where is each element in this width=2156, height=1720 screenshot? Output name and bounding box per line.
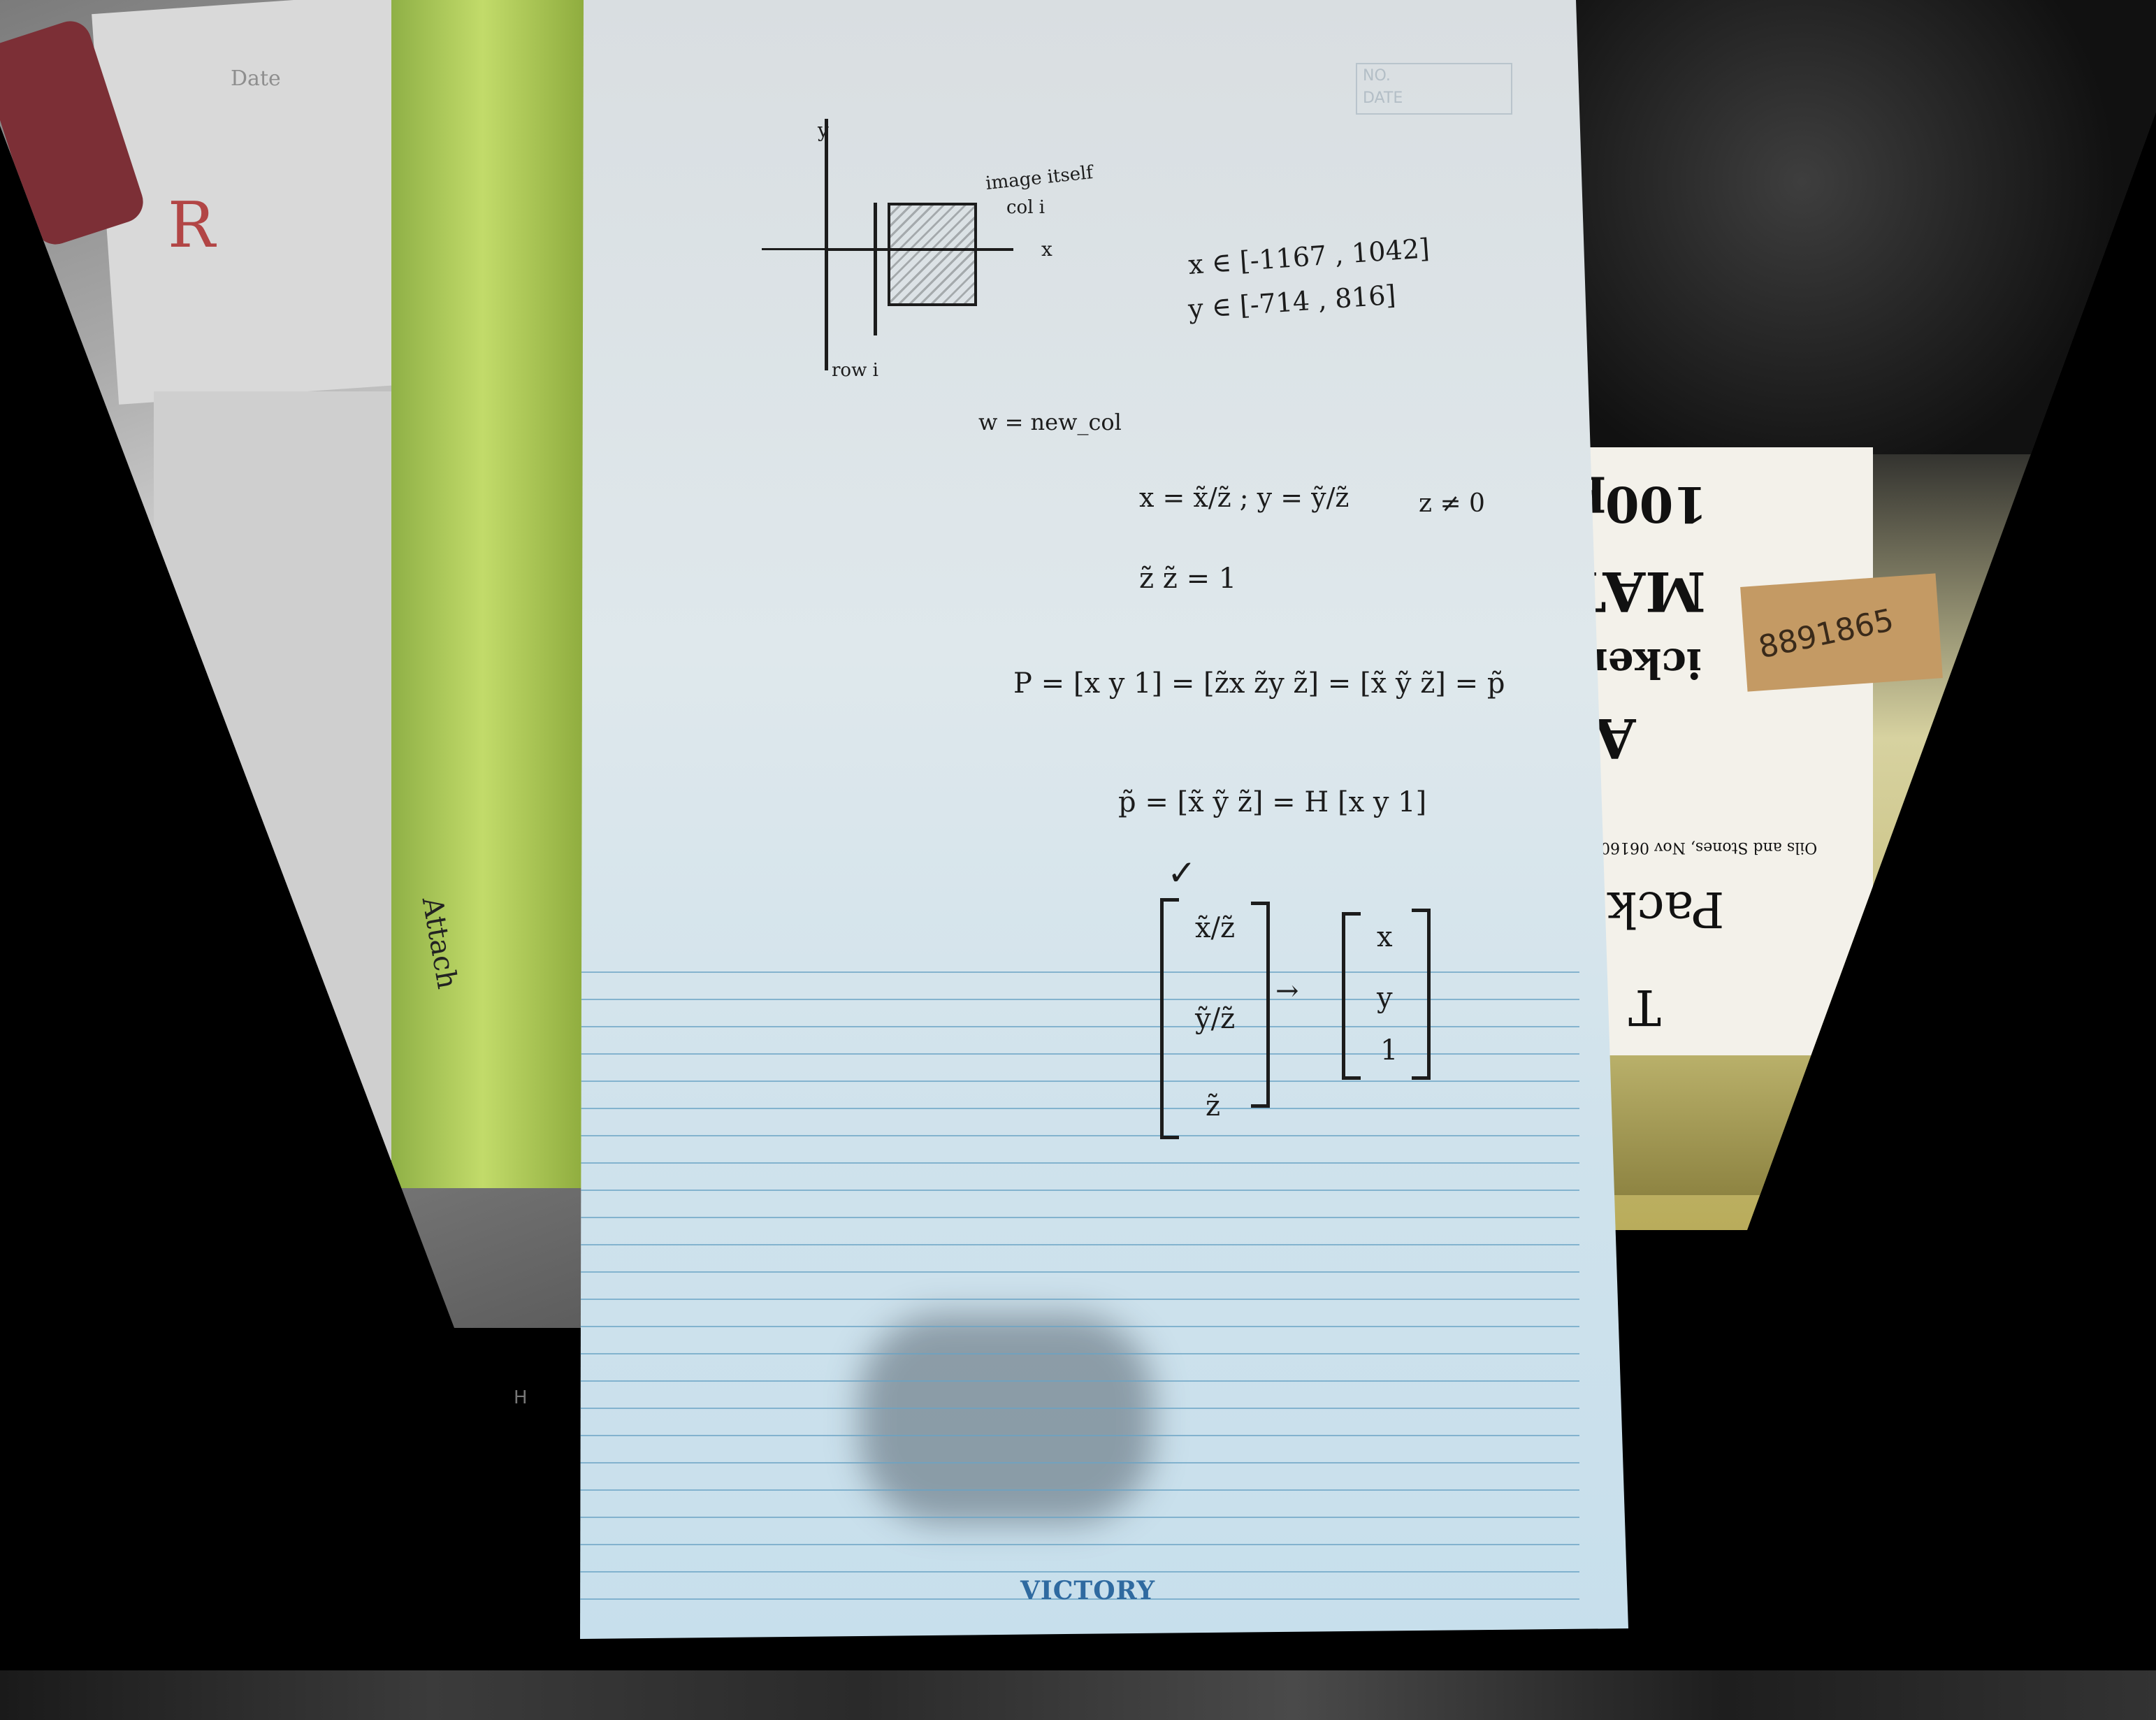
box-text: icker [1586, 639, 1702, 687]
date-text: Date [231, 66, 281, 91]
y-axis [825, 119, 828, 370]
image-label: image itself [984, 162, 1094, 194]
right-vector-bracket-close [1412, 909, 1431, 1080]
p-equation: P = [x y 1] = [z̃x z̃y z̃] = [x̃ ỹ z̃] =… [1013, 667, 1505, 700]
red-letter: R [168, 189, 215, 262]
right-vector-entry: 1 [1380, 1034, 1398, 1067]
box-text: T [1628, 978, 1661, 1036]
xy-definition: x = x̃/z̃ ; y = ỹ/z̃ [1139, 482, 1350, 513]
left-vector-bracket-open [1160, 898, 1179, 1139]
mapping-arrow: → [1275, 975, 1299, 1007]
w-definition: w = new_col [978, 409, 1122, 435]
check-mark: ✓ [1167, 853, 1196, 893]
ruled-line [580, 1571, 1579, 1573]
desk-strip [0, 1670, 2156, 1720]
ruled-line [580, 1326, 1579, 1327]
ruled-line [580, 1217, 1579, 1218]
right-vector-entry: y [1377, 982, 1393, 1014]
cardboard-box: 100p MAT icker A Oils and Stones, Nov 06… [1565, 447, 1873, 1055]
box-text: Oils and Stones, Nov 06160 [1600, 839, 1818, 856]
ruled-line [580, 1353, 1579, 1354]
ruled-line [580, 1299, 1579, 1300]
left-vector-entry: z̃ [1206, 1090, 1221, 1122]
green-folder [391, 0, 594, 1188]
ruled-line [580, 1544, 1579, 1545]
no-label: NO. [1363, 67, 1391, 85]
date-box: NO. DATE [1356, 63, 1512, 115]
row-label: row i [832, 360, 878, 381]
ruled-line [580, 1244, 1579, 1245]
ruled-line [580, 1108, 1579, 1109]
ruled-line [580, 1380, 1579, 1382]
ruled-line [580, 1517, 1579, 1518]
row-axis [874, 203, 877, 335]
ruled-line [580, 1135, 1579, 1136]
ruled-line [580, 1462, 1579, 1464]
ruled-line [580, 1190, 1579, 1191]
axis-y-label: y [818, 119, 829, 142]
tape-number: 8891865 [1755, 602, 1897, 666]
tape-label: 8891865 [1740, 573, 1943, 692]
ruled-line [580, 1408, 1579, 1409]
y-range: y ∈ [-714 , 816] [1187, 279, 1397, 325]
ptilde-equation: p̃ = [x̃ ỹ z̃] = H [x y 1] [1118, 786, 1427, 818]
ruled-line [580, 1489, 1579, 1491]
left-vector-entry: x̃/z̃ [1195, 912, 1236, 944]
col-label: col i [1006, 197, 1046, 218]
image-rectangle [888, 203, 977, 306]
axis-x-label: x [1041, 238, 1052, 261]
ruled-line [580, 1271, 1579, 1273]
notepad: NO. DATE y x image itself col i row i x … [580, 0, 1628, 1639]
right-vector-bracket-open [1342, 912, 1361, 1080]
x-range: x ∈ [-1167 , 1042] [1187, 232, 1431, 281]
left-vector-bracket-close [1251, 902, 1270, 1108]
z-condition: z ≠ 0 [1419, 489, 1485, 518]
left-vector-entry: ỹ/z̃ [1195, 1003, 1236, 1035]
right-vector-entry: x [1377, 921, 1393, 953]
ruled-line [580, 1435, 1579, 1436]
brand-logo: VICTORY [1020, 1576, 1156, 1605]
box-text: Pack [1607, 881, 1725, 938]
keyboard-key: H [514, 1387, 528, 1408]
date-label: DATE [1363, 89, 1403, 107]
ruled-line [580, 1162, 1579, 1164]
ruled-line [580, 1081, 1579, 1082]
z-note: z̃ z̃ = 1 [1139, 563, 1237, 595]
x-axis-negative [762, 248, 825, 250]
hand-shadow [860, 1314, 1153, 1524]
